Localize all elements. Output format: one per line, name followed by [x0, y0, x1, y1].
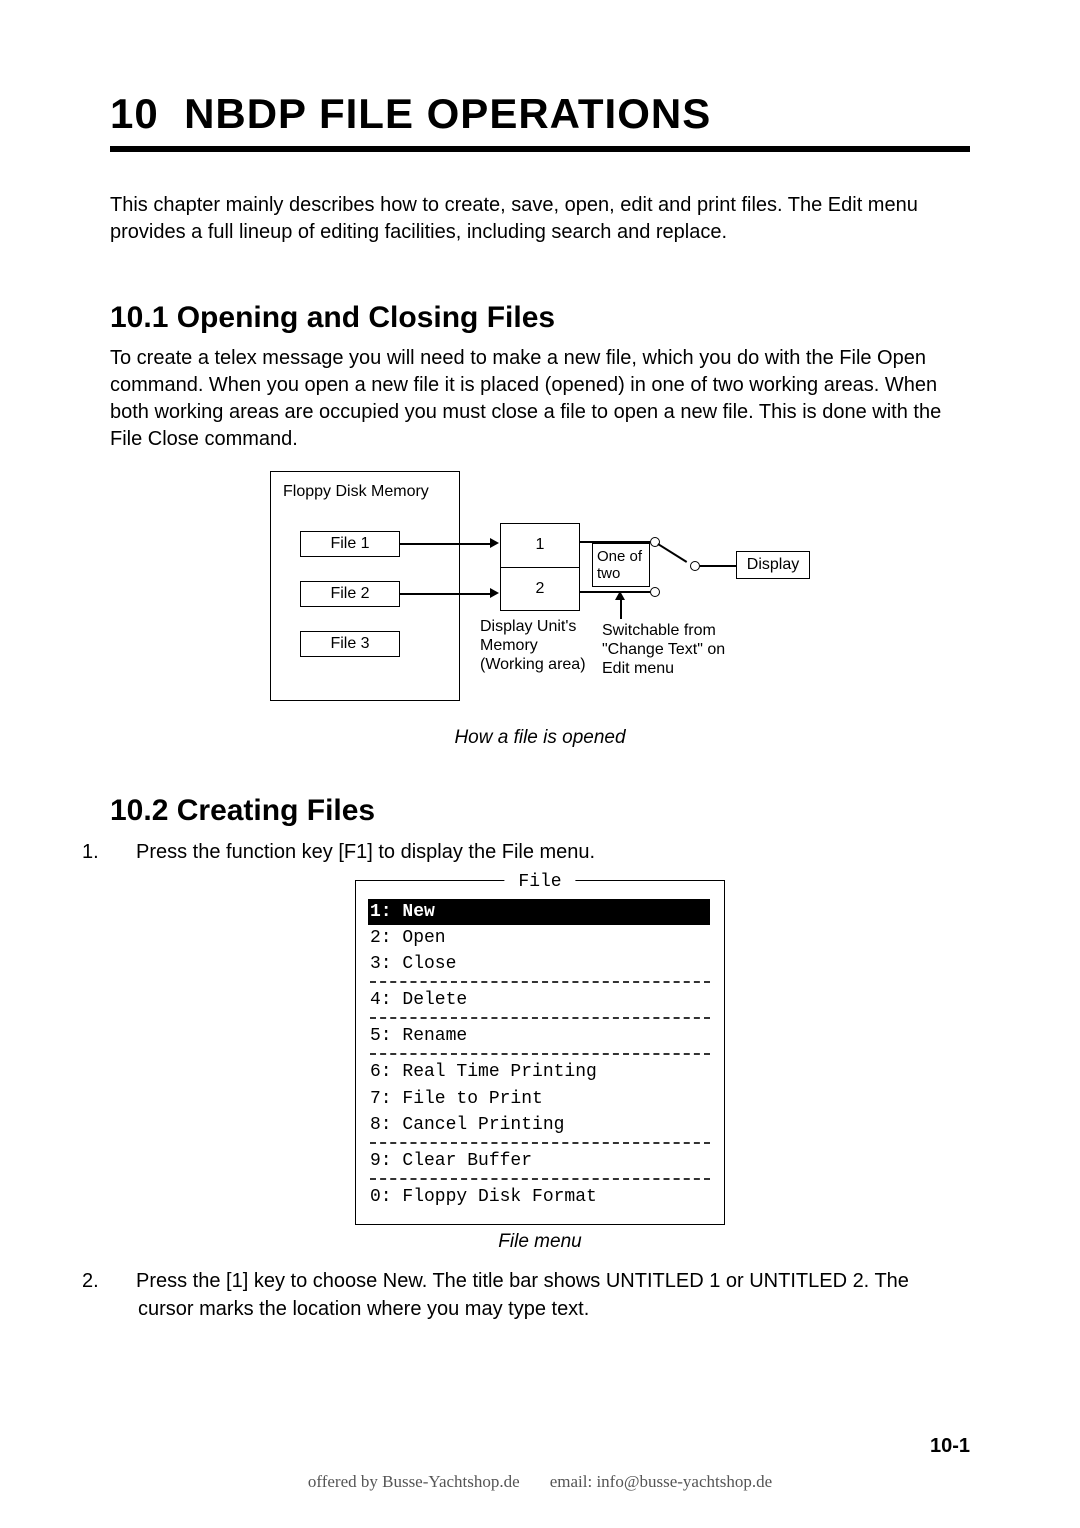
switch-node-icon [650, 587, 660, 597]
menu-item-open[interactable]: 2: Open [370, 925, 710, 951]
menu-item-real-time-printing[interactable]: 6: Real Time Printing [370, 1059, 710, 1085]
chapter-title-text: NBDP FILE OPERATIONS [184, 90, 711, 137]
arrowhead-icon [615, 591, 625, 600]
working-area-label: Display Unit's Memory (Working area) [480, 617, 586, 675]
chapter-rule [110, 146, 970, 152]
one-of-two-box: One of two [592, 543, 650, 587]
menu-item-file-to-print[interactable]: 7: File to Print [370, 1086, 710, 1112]
menu-item-close[interactable]: 3: Close [370, 951, 710, 977]
step-2-text: Press the [1] key to choose New. The tit… [136, 1270, 909, 1320]
slot-1: 1 [501, 524, 579, 568]
switch-note-label: Switchable from "Change Text" on Edit me… [602, 621, 725, 679]
list-item: 2.Press the [1] key to choose New. The t… [110, 1267, 970, 1323]
file2-box: File 2 [300, 581, 400, 607]
menu-separator [370, 981, 710, 983]
working-area-box: 1 2 [500, 523, 580, 611]
file-menu-panel: File 1: New2: Open3: Close4: Delete5: Re… [355, 880, 725, 1225]
chapter-number: 10 [110, 90, 159, 137]
display-label: Display [747, 556, 799, 574]
menu-separator [370, 1053, 710, 1055]
menu-separator [370, 1178, 710, 1180]
menu-item-delete[interactable]: 4: Delete [370, 987, 710, 1013]
line [620, 599, 622, 619]
footer-offered: offered by Busse-Yachtshop.de [308, 1472, 520, 1491]
display-box: Display [736, 551, 810, 579]
section-heading-10-1: 10.1 Opening and Closing Files [110, 301, 970, 335]
file1-label: File 1 [330, 535, 369, 553]
slot-2: 2 [501, 568, 579, 611]
slot-1-label: 1 [536, 536, 545, 554]
section-body-10-1: To create a telex message you will need … [110, 345, 970, 453]
menu-item-new[interactable]: 1: New [368, 899, 710, 925]
footer-email: info@busse-yachtshop.de [596, 1472, 772, 1491]
file2-label: File 2 [330, 585, 369, 603]
list-item: 1.Press the function key [F1] to display… [110, 838, 970, 866]
menu-item-cancel-printing[interactable]: 8: Cancel Printing [370, 1112, 710, 1138]
step-1-text: Press the function key [F1] to display t… [136, 841, 595, 863]
file3-label: File 3 [330, 635, 369, 653]
figure-caption-1: How a file is opened [110, 727, 970, 749]
file-menu-title: File [504, 869, 575, 895]
section-heading-10-2: 10.2 Creating Files [110, 794, 970, 828]
figure-caption-2: File menu [110, 1231, 970, 1253]
line [700, 565, 736, 567]
menu-item-rename[interactable]: 5: Rename [370, 1023, 710, 1049]
menu-item-clear-buffer[interactable]: 9: Clear Buffer [370, 1148, 710, 1174]
chapter-title: 10 NBDP FILE OPERATIONS [110, 90, 970, 138]
line [420, 543, 492, 545]
arrowhead-icon [490, 588, 499, 598]
ordered-list: 1.Press the function key [F1] to display… [110, 838, 970, 866]
file1-box: File 1 [300, 531, 400, 557]
file-menu-figure: File 1: New2: Open3: Close4: Delete5: Re… [355, 880, 725, 1225]
page-footer: offered by Busse-Yachtshop.de email: info… [0, 1472, 1080, 1492]
file3-box: File 3 [300, 631, 400, 657]
line [400, 593, 492, 595]
arrowhead-icon [490, 538, 499, 548]
menu-item-floppy-disk-format[interactable]: 0: Floppy Disk Format [370, 1184, 710, 1210]
floppy-memory-label: Floppy Disk Memory [283, 482, 429, 501]
diagram-file-open: Floppy Disk Memory File 1 File 2 File 3 … [270, 471, 810, 721]
menu-separator [370, 1142, 710, 1144]
menu-separator [370, 1017, 710, 1019]
line [658, 543, 688, 562]
page-number: 10-1 [930, 1435, 970, 1458]
footer-email-label: email: [550, 1472, 592, 1491]
slot-2-label: 2 [536, 580, 545, 598]
line [400, 543, 420, 545]
ordered-list: 2.Press the [1] key to choose New. The t… [110, 1267, 970, 1323]
chapter-intro: This chapter mainly describes how to cre… [110, 192, 970, 246]
switch-common-icon [690, 561, 700, 571]
one-of-two-label: One of two [597, 548, 642, 582]
